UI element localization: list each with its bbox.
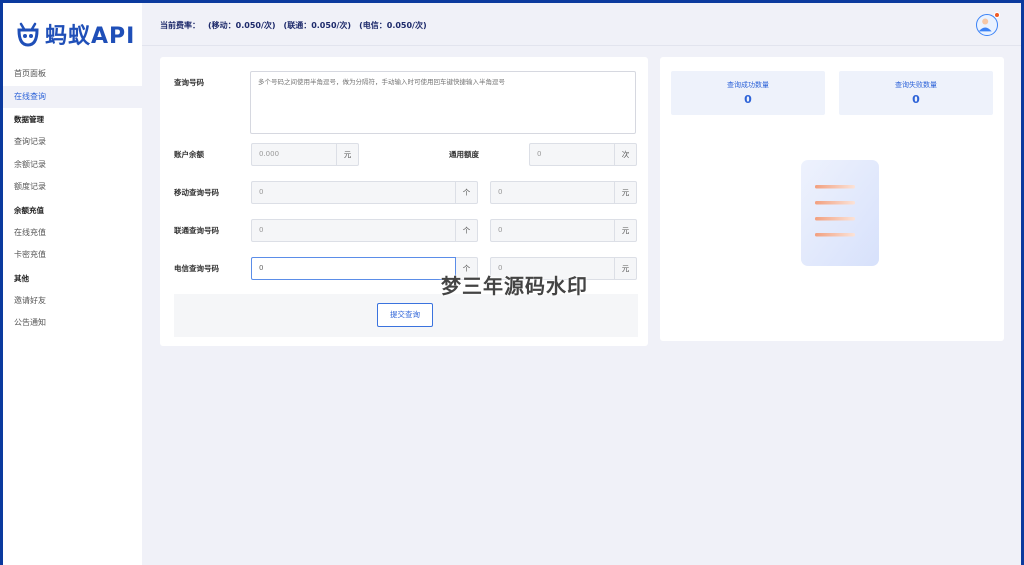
rate-mobile: (移动：0.050/次) [208, 21, 276, 30]
rate-telecom: (电信：0.050/次) [359, 21, 427, 30]
telecom-label: 电信查询号码 [174, 264, 219, 273]
telecom-cost-unit: 元 [615, 257, 637, 280]
query-number-textarea[interactable] [250, 71, 636, 134]
unicom-cost-unit: 元 [615, 219, 637, 242]
user-icon [978, 18, 992, 32]
balance-input[interactable]: 0.000 [251, 143, 337, 166]
submit-query-button[interactable]: 提交查询 [377, 303, 433, 327]
mobile-cost-unit: 元 [615, 181, 637, 204]
notification-dot [994, 12, 1000, 18]
stats-card: 查询成功数量 0 查询失败数量 0 [660, 57, 1004, 341]
rate-info: 当前费率： (移动：0.050/次) (联通：0.050/次) (电信：0.05… [160, 20, 427, 31]
empty-document-icon [801, 160, 879, 266]
rate-unicom: (联通：0.050/次) [283, 21, 352, 30]
sidebar-group-other: 其他 [14, 273, 29, 283]
success-stat-value: 0 [744, 93, 752, 106]
sidebar-group-recharge: 余额充值 [14, 205, 44, 215]
ant-logo-icon [17, 22, 39, 47]
balance-unit: 元 [337, 143, 359, 166]
watermark: 梦三年源码水印 [441, 274, 588, 298]
sidebar-item-online-recharge[interactable]: 在线充值 [3, 222, 142, 245]
fail-stat: 查询失败数量 0 [839, 71, 993, 115]
unicom-count-unit: 个 [456, 219, 478, 242]
sidebar-item-online-query[interactable]: 在线查询 [3, 85, 142, 108]
mobile-count-unit: 个 [456, 181, 478, 204]
quota-unit: 次 [615, 143, 637, 166]
sidebar-nav: 首页面板 在线查询 数据管理 查询记录 余额记录 额度记录 余额充值 在线充值 … [3, 63, 142, 335]
telecom-count-input[interactable]: 0 [251, 257, 456, 280]
query-number-label: 查询号码 [174, 78, 204, 87]
rate-label: 当前费率： [160, 21, 200, 30]
success-stat: 查询成功数量 0 [671, 71, 825, 115]
sidebar-item-invite[interactable]: 邀请好友 [3, 290, 142, 313]
sidebar: 蚂蚁API 首页面板 在线查询 数据管理 查询记录 余额记录 额度记录 余额充值… [3, 3, 142, 565]
sidebar-item-card-recharge[interactable]: 卡密充值 [3, 244, 142, 267]
sidebar-group-data: 数据管理 [14, 115, 44, 124]
unicom-label: 联通查询号码 [174, 226, 219, 235]
sidebar-item-balance-records[interactable]: 余额记录 [3, 154, 142, 177]
unicom-count-input[interactable]: 0 [251, 219, 456, 242]
query-form-card: 查询号码 账户余额 0.000 元 通用额度 0 次 移动查询号码 0 个 0 … [160, 57, 648, 346]
fail-stat-label: 查询失败数量 [895, 81, 937, 89]
fail-stat-value: 0 [912, 93, 920, 106]
mobile-count-input[interactable]: 0 [251, 181, 456, 204]
quota-input[interactable]: 0 [529, 143, 615, 166]
logo-text: 蚂蚁API [45, 24, 136, 49]
mobile-cost-input[interactable]: 0 [490, 181, 615, 204]
submit-area: 提交查询 [174, 294, 638, 337]
sidebar-item-query-records[interactable]: 查询记录 [3, 131, 142, 154]
logo[interactable]: 蚂蚁API [15, 19, 135, 49]
quota-label: 通用额度 [449, 150, 479, 159]
top-header: 当前费率： (移动：0.050/次) (联通：0.050/次) (电信：0.05… [142, 3, 1021, 46]
unicom-cost-input[interactable]: 0 [490, 219, 615, 242]
sidebar-item-notice[interactable]: 公告通知 [3, 312, 142, 335]
balance-label: 账户余额 [174, 150, 204, 159]
success-stat-label: 查询成功数量 [727, 81, 769, 89]
mobile-label: 移动查询号码 [174, 188, 219, 197]
sidebar-item-quota-records[interactable]: 额度记录 [3, 176, 142, 199]
app-frame: 蚂蚁API 首页面板 在线查询 数据管理 查询记录 余额记录 额度记录 余额充值… [3, 3, 1021, 565]
sidebar-item-dashboard[interactable]: 首页面板 [3, 63, 142, 86]
